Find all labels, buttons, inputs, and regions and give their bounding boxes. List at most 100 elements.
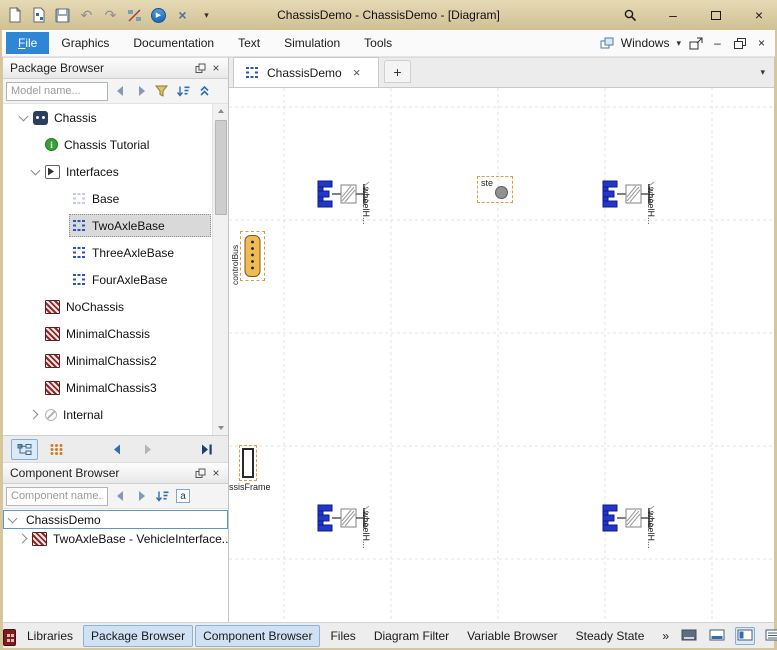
- chassis-model-icon: [45, 300, 60, 314]
- new-file-button[interactable]: [6, 7, 23, 24]
- package-tree-scrollbar[interactable]: [212, 104, 228, 435]
- tree-item-fouraxlebase[interactable]: FourAxleBase: [3, 266, 228, 293]
- component-wheelhub-rear-left[interactable]: wheelH...: [316, 500, 376, 536]
- save-button[interactable]: [54, 7, 71, 24]
- mdi-minimize-button[interactable]: –: [710, 36, 725, 50]
- chevron-down-icon[interactable]: [4, 512, 20, 528]
- statusbar-files-button[interactable]: Files: [322, 625, 363, 647]
- windows-menu[interactable]: Windows: [621, 36, 670, 50]
- chevron-down-icon[interactable]: [27, 164, 43, 180]
- tab-chassisdemo[interactable]: ChassisDemo ×: [233, 57, 379, 87]
- nav-forward-icon: [141, 443, 155, 456]
- tree-item-base[interactable]: Base: [3, 185, 228, 212]
- search-forward-button[interactable]: [132, 487, 150, 505]
- redo-button[interactable]: ↷: [102, 7, 119, 24]
- menu-documentation[interactable]: Documentation: [121, 32, 226, 54]
- new-tab-button[interactable]: +: [384, 60, 411, 83]
- tree-item-minimalchassis[interactable]: MinimalChassis: [3, 320, 228, 347]
- axle-model-icon: [71, 246, 86, 260]
- validate-icon: [127, 8, 142, 23]
- validate-button[interactable]: [126, 7, 143, 24]
- component-steering[interactable]: ste: [477, 176, 513, 203]
- layout-dark-monitor-button[interactable]: [679, 627, 699, 645]
- panel-title: Package Browser: [10, 61, 104, 75]
- menu-tools[interactable]: Tools: [352, 32, 404, 54]
- mdi-close-button[interactable]: ×: [754, 36, 769, 50]
- search-back-button[interactable]: [111, 82, 129, 100]
- statusbar-libraries-button[interactable]: Libraries: [19, 625, 81, 647]
- scroll-down-button[interactable]: [213, 421, 228, 435]
- float-panel-button[interactable]: [192, 60, 208, 76]
- component-wheelhub-front-left[interactable]: wheelH...: [316, 176, 376, 212]
- undo-button[interactable]: ↶: [78, 7, 95, 24]
- statusbar-package-browser-button[interactable]: Package Browser: [83, 625, 193, 647]
- menu-graphics[interactable]: Graphics: [49, 32, 121, 54]
- component-chassisframe[interactable]: [242, 448, 254, 478]
- chevron-down-icon[interactable]: ▾: [676, 38, 681, 49]
- tree-item-interfaces[interactable]: Interfaces: [3, 158, 228, 185]
- statusbar-steady-state-button[interactable]: Steady State: [568, 625, 653, 647]
- arrow-left-icon: [114, 490, 127, 502]
- float-panel-button[interactable]: [192, 465, 208, 481]
- chevron-down-icon[interactable]: [15, 110, 31, 126]
- statusbar-overflow-button[interactable]: »: [654, 625, 677, 647]
- tree-item-nochassis[interactable]: NoChassis: [3, 293, 228, 320]
- toolbar-overflow-button[interactable]: ▾: [198, 7, 215, 24]
- close-panel-button[interactable]: ×: [208, 465, 224, 481]
- tree-item-chassisdemo[interactable]: ChassisDemo: [3, 510, 228, 529]
- sort-button[interactable]: [153, 487, 171, 505]
- tree-view-button[interactable]: [11, 439, 38, 460]
- diagram-canvas[interactable]: wheelH... wheelH... wheelH... wheelH... …: [229, 88, 774, 622]
- chassis-model-icon: [32, 532, 47, 546]
- maximize-button[interactable]: [708, 11, 724, 20]
- filter-button[interactable]: [153, 82, 171, 100]
- menu-simulation[interactable]: Simulation: [272, 32, 352, 54]
- component-search-input[interactable]: [6, 487, 108, 506]
- chevron-right-icon[interactable]: [16, 531, 32, 547]
- simulate-button[interactable]: ▶: [150, 7, 167, 24]
- component-controlbus[interactable]: [240, 231, 265, 281]
- search-button[interactable]: [622, 8, 638, 22]
- nav-last-button[interactable]: [193, 439, 220, 460]
- component-wheelhub-front-right[interactable]: wheelH...: [601, 176, 661, 212]
- close-window-button[interactable]: ×: [751, 7, 767, 23]
- tree-item-twoaxlebase[interactable]: TwoAxleBase: [3, 212, 228, 239]
- model-search-input[interactable]: [6, 82, 108, 101]
- sort-button[interactable]: [174, 82, 192, 100]
- scroll-up-button[interactable]: [213, 104, 228, 118]
- tree-item-chassis[interactable]: Chassis: [3, 104, 228, 131]
- mdi-restore-button[interactable]: [732, 38, 747, 49]
- tree-item-threeaxlebase[interactable]: ThreeAxleBase: [3, 239, 228, 266]
- menu-file[interactable]: File: [6, 32, 49, 54]
- statusbar-component-browser-button[interactable]: Component Browser: [195, 625, 320, 647]
- tab-close-button[interactable]: ×: [350, 65, 364, 80]
- layout-dock-bottom-button[interactable]: [707, 627, 727, 645]
- tab-list-dropdown[interactable]: ▾: [760, 67, 765, 78]
- undock-button[interactable]: [688, 37, 703, 50]
- tree-item-internal[interactable]: Internal: [3, 401, 228, 428]
- search-back-button[interactable]: [111, 487, 129, 505]
- icon-view-button[interactable]: [42, 439, 69, 460]
- undo-icon: ↶: [81, 8, 93, 22]
- nav-forward-button[interactable]: [134, 439, 161, 460]
- minimize-button[interactable]: –: [665, 7, 681, 23]
- search-forward-button[interactable]: [132, 82, 150, 100]
- layout-list-button[interactable]: [763, 627, 777, 645]
- collapse-all-button[interactable]: [195, 82, 213, 100]
- open-model-button[interactable]: [30, 7, 47, 24]
- menu-text[interactable]: Text: [226, 32, 272, 54]
- layout-dock-left-button[interactable]: [735, 627, 755, 645]
- alpha-filter-button[interactable]: a: [174, 487, 192, 505]
- close-panel-button[interactable]: ×: [208, 60, 224, 76]
- statusbar-diagram-filter-button[interactable]: Diagram Filter: [366, 625, 457, 647]
- tree-item-minimalchassis2[interactable]: MinimalChassis2: [3, 347, 228, 374]
- tree-item-twoaxlebase-instance[interactable]: TwoAxleBase - VehicleInterface...: [3, 529, 228, 548]
- statusbar-variable-browser-button[interactable]: Variable Browser: [459, 625, 565, 647]
- component-wheelhub-rear-right[interactable]: wheelH...: [601, 500, 661, 536]
- tree-item-chassis-tutorial[interactable]: iChassis Tutorial: [3, 131, 228, 158]
- close-class-button[interactable]: ×: [174, 7, 191, 24]
- tree-item-minimalchassis3[interactable]: MinimalChassis3: [3, 374, 228, 401]
- scrollbar-thumb[interactable]: [215, 120, 227, 215]
- chevron-right-icon[interactable]: [27, 407, 43, 423]
- nav-back-button[interactable]: [103, 439, 130, 460]
